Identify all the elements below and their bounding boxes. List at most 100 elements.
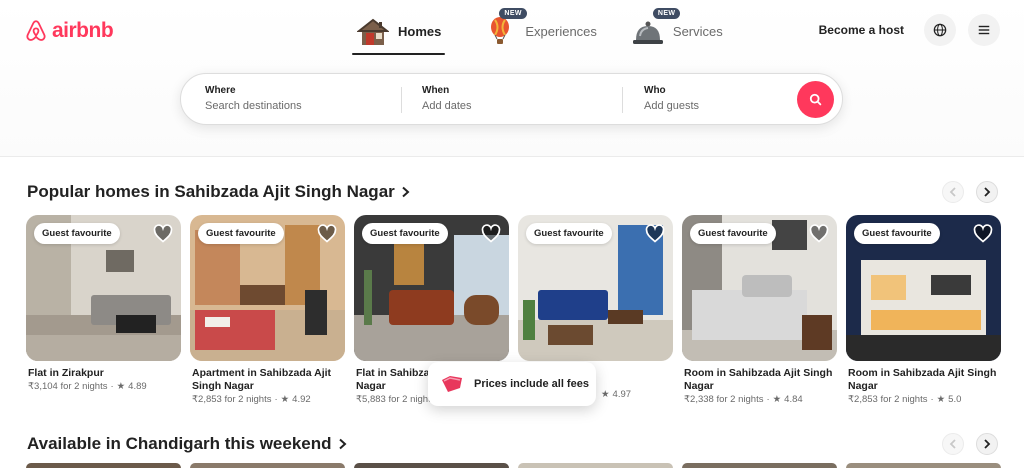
main-menu-button[interactable] xyxy=(968,14,1000,46)
listing-title: Room in Sahibzada Ajit Singh Nagar xyxy=(684,367,833,392)
listing-photo: Guest favourite xyxy=(354,215,509,361)
chevron-right-icon xyxy=(984,187,991,197)
who-field[interactable]: Who Add guests xyxy=(620,74,790,124)
airbnb-logo[interactable]: airbnb xyxy=(24,18,114,44)
star-icon: ★ xyxy=(601,389,610,400)
listing-card[interactable]: Guest favourite Flat in Zirakpur ₹3,104 … xyxy=(26,215,181,405)
section-title-chandigarh[interactable]: Available in Chandigarh this weekend xyxy=(27,434,347,454)
star-icon: ★ xyxy=(116,381,126,392)
when-placeholder: Add dates xyxy=(422,100,472,112)
tab-experiences[interactable]: NEW Experiences xyxy=(479,8,601,52)
search-icon xyxy=(809,93,822,106)
chevron-right-icon xyxy=(402,186,410,198)
chevron-left-icon xyxy=(949,439,956,449)
listing-rating: 4.92 xyxy=(292,394,311,405)
tab-homes-label: Homes xyxy=(398,23,442,39)
listing-photo-peek xyxy=(26,463,181,468)
site-header: airbnb Homes NEW Experiences NEW Service… xyxy=(0,0,1024,157)
tab-experiences-label: Experiences xyxy=(525,23,597,39)
separator: · xyxy=(766,394,770,405)
star-icon: ★ xyxy=(772,394,782,405)
where-label: Where xyxy=(205,85,236,96)
when-field[interactable]: When Add dates xyxy=(398,74,620,124)
new-badge: NEW xyxy=(652,8,681,19)
header-actions: Become a host xyxy=(819,14,1000,46)
new-badge: NEW xyxy=(499,8,527,19)
next-button[interactable] xyxy=(976,433,998,455)
listing-photo: Guest favourite xyxy=(846,215,1001,361)
listing-price: ₹2,338 for 2 nights xyxy=(684,394,764,405)
listing-meta: ₹3,104 for 2 nights · ★ 4.89 xyxy=(26,381,181,392)
separator: · xyxy=(930,394,934,405)
listing-title: Room in Sahibzada Ajit Singh Nagar xyxy=(848,367,997,392)
heart-icon[interactable] xyxy=(481,224,501,244)
who-placeholder: Add guests xyxy=(644,100,700,112)
chevron-right-icon xyxy=(338,438,346,450)
listing-meta: ₹2,853 for 2 nights · ★ 4.92 xyxy=(190,394,345,405)
price-tag-icon xyxy=(442,376,462,392)
tab-services[interactable]: NEW Services xyxy=(627,8,727,52)
listing-rating: 5.0 xyxy=(948,394,962,405)
chevron-right-icon xyxy=(984,439,991,449)
listing-rating: 4.84 xyxy=(784,394,803,405)
heart-icon[interactable] xyxy=(809,224,829,244)
star-icon: ★ xyxy=(936,394,946,405)
previous-button[interactable] xyxy=(942,433,964,455)
become-host-link[interactable]: Become a host xyxy=(819,23,904,37)
listing-photo-peek xyxy=(354,463,509,468)
heart-icon[interactable] xyxy=(973,224,993,244)
chevron-left-icon xyxy=(949,187,956,197)
heart-icon[interactable] xyxy=(317,224,337,244)
separator: · xyxy=(274,394,278,405)
listing-card[interactable]: Guest favourite Room in Sahibzada Ajit S… xyxy=(846,215,1001,405)
search-button[interactable] xyxy=(797,81,834,118)
listing-photo-peek xyxy=(682,463,837,468)
category-tabs: Homes NEW Experiences NEW Services xyxy=(352,8,727,55)
service-bell-icon xyxy=(631,16,665,46)
where-placeholder: Search destinations xyxy=(205,100,302,112)
who-label: Who xyxy=(644,85,666,96)
guest-favourite-badge: Guest favourite xyxy=(854,223,940,244)
search-bar: Where Search destinations When Add dates… xyxy=(180,73,843,125)
guest-favourite-badge: Guest favourite xyxy=(34,223,120,244)
guest-favourite-badge: Guest favourite xyxy=(198,223,284,244)
guest-favourite-badge: Guest favourite xyxy=(362,223,448,244)
listing-meta: ₹2,338 for 2 nights · ★ 4.84 xyxy=(682,394,837,405)
next-button[interactable] xyxy=(976,181,998,203)
previous-button[interactable] xyxy=(942,181,964,203)
star-icon: ★ xyxy=(280,394,290,405)
listing-meta: ₹2,853 for 2 nights · ★ 5.0 xyxy=(846,394,1001,405)
guest-favourite-badge: Guest favourite xyxy=(690,223,776,244)
listing-card[interactable]: Guest favourite Apartment in Sahibzada A… xyxy=(190,215,345,405)
hot-air-balloon-icon xyxy=(483,16,517,46)
listing-photo: Guest favourite xyxy=(26,215,181,361)
guest-favourite-badge: Guest favourite xyxy=(526,223,612,244)
when-label: When xyxy=(422,85,450,96)
brand-name: airbnb xyxy=(52,19,114,42)
listing-title: Flat in Zirakpur xyxy=(28,367,104,379)
toast-text: Prices include all fees xyxy=(474,378,589,390)
where-field[interactable]: Where Search destinations xyxy=(181,74,401,124)
carousel-controls xyxy=(942,181,998,203)
listing-photo: Guest favourite xyxy=(518,215,673,361)
heart-icon[interactable] xyxy=(645,224,665,244)
menu-icon xyxy=(978,25,990,35)
listing-photo: Guest favourite xyxy=(682,215,837,361)
listing-title: Apartment in Sahibzada Ajit Singh Nagar xyxy=(192,367,332,392)
language-button[interactable] xyxy=(924,14,956,46)
prices-info-toast[interactable]: Prices include all fees xyxy=(428,362,596,406)
carousel-controls xyxy=(942,433,998,455)
listing-photo-peek xyxy=(518,463,673,468)
listing-price: ₹2,853 for 2 nights xyxy=(848,394,928,405)
listing-photo-peek xyxy=(190,463,345,468)
tab-homes[interactable]: Homes xyxy=(352,10,446,55)
listing-rating: 4.97 xyxy=(612,389,632,400)
listing-price: ₹3,104 for 2 nights xyxy=(28,381,108,392)
listing-card[interactable]: Guest favourite Room in Sahibzada Ajit S… xyxy=(682,215,837,405)
listing-photo-peek xyxy=(846,463,1001,468)
listing-photo: Guest favourite xyxy=(190,215,345,361)
section-title-popular-homes[interactable]: Popular homes in Sahibzada Ajit Singh Na… xyxy=(27,182,410,202)
separator: · xyxy=(110,381,114,392)
heart-icon[interactable] xyxy=(153,224,173,244)
section-title-text: Available in Chandigarh this weekend xyxy=(27,434,332,453)
